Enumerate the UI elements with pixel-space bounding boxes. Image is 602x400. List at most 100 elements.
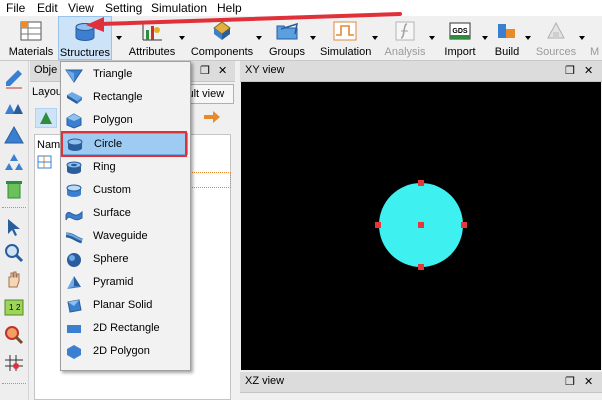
xz-view-panel: XZ view ❐ ✕ bbox=[240, 372, 602, 400]
close-icon[interactable]: ✕ bbox=[218, 64, 227, 77]
trash-icon[interactable] bbox=[3, 179, 25, 199]
attributes-dropdown-arrow[interactable] bbox=[177, 16, 187, 60]
simulation-icon bbox=[333, 21, 357, 41]
tree-node-icon[interactable] bbox=[37, 155, 53, 169]
attributes-button[interactable]: Attributes bbox=[127, 16, 177, 60]
menu-item-label: Surface bbox=[93, 207, 131, 219]
build-dropdown-arrow[interactable] bbox=[523, 16, 533, 60]
menu-edit[interactable]: Edit bbox=[37, 1, 58, 15]
restore-icon[interactable]: ❐ bbox=[565, 375, 575, 388]
resize-handle-left[interactable] bbox=[375, 222, 381, 228]
menu-item-circle[interactable]: Circle bbox=[62, 133, 188, 155]
analysis-dropdown-arrow[interactable] bbox=[427, 16, 437, 60]
build-icon bbox=[498, 24, 515, 38]
planar-solid-icon bbox=[67, 299, 82, 313]
groups-label: Groups bbox=[268, 46, 306, 58]
tree-selected-row[interactable] bbox=[189, 172, 231, 188]
layout-tab[interactable]: Layou bbox=[32, 86, 62, 98]
menu-view[interactable]: View bbox=[68, 1, 94, 15]
structures-button[interactable]: Structures bbox=[58, 16, 112, 60]
menu-item-custom[interactable]: Custom bbox=[62, 180, 188, 202]
simulation-dropdown-arrow[interactable] bbox=[370, 16, 380, 60]
xy-view-canvas[interactable] bbox=[241, 82, 601, 370]
menu-item-label: Planar Solid bbox=[93, 299, 153, 311]
components-button[interactable]: Components bbox=[190, 16, 254, 60]
menu-item-label: Sphere bbox=[93, 253, 129, 265]
import-button[interactable]: GDS Import bbox=[440, 16, 480, 60]
analysis-button[interactable]: Analysis bbox=[383, 16, 427, 60]
restore-icon[interactable]: ❐ bbox=[565, 64, 575, 77]
build-button[interactable]: Build bbox=[491, 16, 523, 60]
layout-mode-icon[interactable] bbox=[35, 108, 57, 128]
menu-item-pyramid[interactable]: Pyramid bbox=[62, 272, 188, 294]
menu-file[interactable]: File bbox=[6, 1, 25, 15]
ruler-icon[interactable]: 1 2 bbox=[3, 297, 25, 317]
resize-handle-bottom[interactable] bbox=[418, 264, 424, 270]
menu-item-2d-polygon[interactable]: 2D Polygon bbox=[62, 341, 188, 363]
materials-icon bbox=[20, 21, 42, 41]
circle-icon bbox=[67, 138, 83, 151]
zoom-fit-icon[interactable] bbox=[3, 325, 25, 345]
chevron-down-icon bbox=[256, 36, 262, 40]
pyramid-tool-icon[interactable] bbox=[3, 125, 25, 145]
xy-view-title: XY view bbox=[245, 64, 285, 76]
menu-item-label: Ring bbox=[93, 161, 116, 173]
chevron-down-icon bbox=[310, 36, 316, 40]
menu-item-polygon[interactable]: Polygon bbox=[62, 110, 188, 132]
close-icon[interactable]: ✕ bbox=[584, 375, 593, 388]
resize-handle-right[interactable] bbox=[461, 222, 467, 228]
menu-setting[interactable]: Setting bbox=[105, 1, 142, 15]
materials-label: Materials bbox=[8, 46, 54, 58]
2d-polygon-icon bbox=[67, 345, 81, 359]
chevron-down-icon bbox=[525, 36, 531, 40]
grid-icon[interactable] bbox=[3, 353, 25, 373]
close-icon[interactable]: ✕ bbox=[584, 64, 593, 77]
import-dropdown-arrow[interactable] bbox=[480, 16, 490, 60]
triangles-icon[interactable] bbox=[3, 97, 25, 117]
sources-dropdown-arrow[interactable] bbox=[577, 16, 587, 60]
menu-item-sphere[interactable]: Sphere bbox=[62, 249, 188, 271]
xz-view-title: XZ view bbox=[245, 375, 285, 387]
sources-button[interactable]: Sources bbox=[535, 16, 577, 60]
resize-handle-top[interactable] bbox=[418, 180, 424, 186]
menu-item-planar-solid[interactable]: Planar Solid bbox=[62, 295, 188, 317]
chevron-down-icon bbox=[482, 36, 488, 40]
menu-item-triangle[interactable]: Triangle bbox=[62, 64, 188, 86]
waveguide-icon bbox=[65, 232, 83, 244]
attributes-label: Attributes bbox=[128, 46, 176, 58]
svg-text:GDS: GDS bbox=[452, 28, 468, 35]
menu-help[interactable]: Help bbox=[217, 1, 242, 15]
sphere-icon bbox=[67, 253, 81, 267]
edit-pencil-icon[interactable] bbox=[3, 69, 25, 89]
components-icon bbox=[213, 21, 231, 40]
structures-label: Structures bbox=[59, 47, 111, 59]
menu-simulation[interactable]: Simulation bbox=[151, 1, 207, 15]
menu-item-ring[interactable]: Ring bbox=[62, 157, 188, 179]
arrow-right-icon[interactable] bbox=[203, 110, 221, 124]
groups-button[interactable]: Groups bbox=[266, 16, 308, 60]
chevron-down-icon bbox=[372, 36, 378, 40]
array-icon[interactable] bbox=[3, 153, 25, 173]
groups-dropdown-arrow[interactable] bbox=[308, 16, 318, 60]
overflow-button[interactable]: M bbox=[590, 16, 602, 60]
pan-hand-icon[interactable] bbox=[3, 269, 25, 289]
zoom-icon[interactable] bbox=[3, 243, 25, 263]
xy-view-panel: XY view ❐ ✕ bbox=[240, 61, 602, 370]
2d-rectangle-icon bbox=[67, 325, 81, 333]
menu-item-surface[interactable]: Surface bbox=[62, 203, 188, 225]
simulation-button[interactable]: Simulation bbox=[320, 16, 371, 60]
sources-label: Sources bbox=[535, 46, 577, 58]
center-handle[interactable] bbox=[418, 222, 424, 228]
select-arrow-icon[interactable] bbox=[3, 217, 25, 237]
structures-dropdown-arrow[interactable] bbox=[113, 16, 125, 60]
materials-button[interactable]: Materials bbox=[4, 16, 58, 60]
xz-view-titlebar: XZ view ❐ ✕ bbox=[240, 372, 602, 393]
polygon-icon bbox=[66, 113, 82, 129]
menu-item-waveguide[interactable]: Waveguide bbox=[62, 226, 188, 248]
menu-item-rectangle[interactable]: Rectangle bbox=[62, 87, 188, 109]
components-dropdown-arrow[interactable] bbox=[254, 16, 264, 60]
menu-item-label: Waveguide bbox=[93, 230, 148, 242]
surface-icon bbox=[65, 210, 83, 221]
menu-item-2d-rectangle[interactable]: 2D Rectangle bbox=[62, 318, 188, 340]
restore-icon[interactable]: ❐ bbox=[200, 64, 210, 77]
